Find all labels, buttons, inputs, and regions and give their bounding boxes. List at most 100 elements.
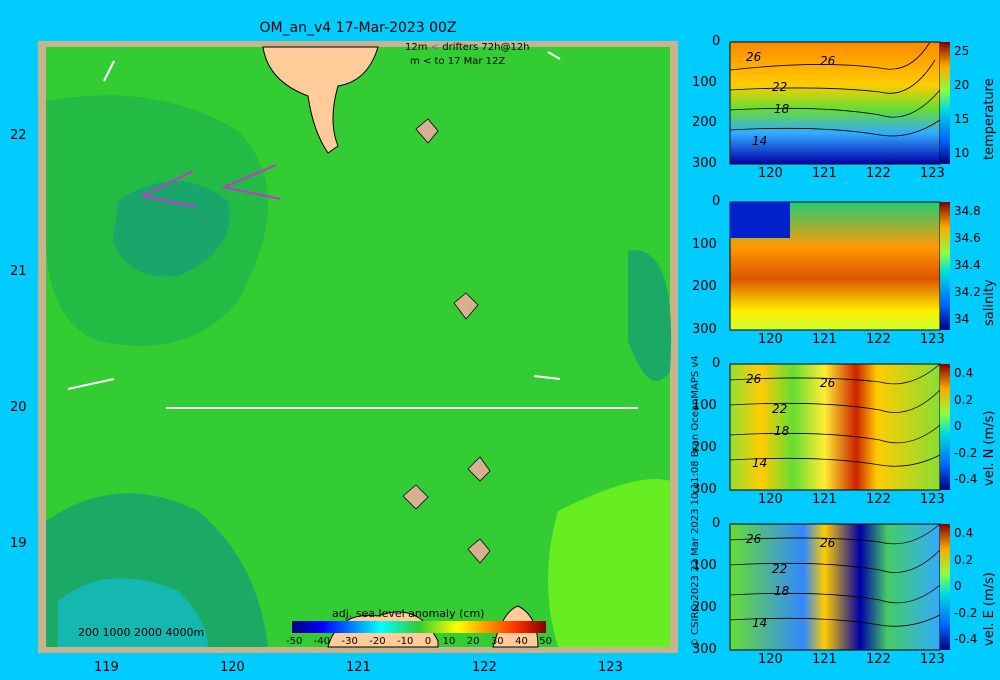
- cbar-tick: -50: [286, 636, 303, 647]
- contour-label: 14: [752, 134, 768, 148]
- panel-cbar-tick: -0.4: [954, 472, 978, 486]
- panel-y-tick: 300: [692, 156, 717, 171]
- contour-label: 26: [820, 376, 836, 390]
- panel-x-tick: 121: [812, 652, 837, 667]
- map-y-tick: 20: [10, 400, 27, 415]
- contour-label: 22: [772, 562, 788, 576]
- panel-cbar-tick: 34: [954, 312, 970, 326]
- panel-y-tick: 300: [692, 642, 717, 657]
- panel-y-tick: 0: [712, 34, 721, 49]
- panel-y-tick: 300: [692, 482, 717, 497]
- cbar-tick: 30: [490, 636, 504, 647]
- panel-x-tick: 120: [758, 332, 783, 347]
- panel-x-tick: 122: [866, 166, 891, 181]
- panel-x-tick: 121: [812, 166, 837, 181]
- panel-cbar-tick: -0.4: [954, 632, 978, 646]
- sea-level-colorbar: [292, 621, 546, 633]
- panel-y-tick: 200: [692, 440, 717, 455]
- panel-x-tick: 122: [866, 332, 891, 347]
- panel-cbar-tick: 34.2: [954, 285, 981, 299]
- contour-label: 18: [774, 584, 790, 598]
- salinity-colorbar: [940, 202, 950, 330]
- panel-y-tick: 0: [712, 356, 721, 371]
- map-y-tick: 21: [10, 264, 27, 279]
- panel-x-tick: 123: [920, 332, 945, 347]
- cbar-tick: -40: [313, 636, 331, 647]
- velN-colorbar: [940, 364, 950, 490]
- contour-label: 26: [820, 54, 836, 68]
- panel-cbar-tick: 0.4: [954, 366, 974, 380]
- map-x-tick: 122: [472, 660, 497, 675]
- panel-x-tick: 120: [758, 652, 783, 667]
- panel-y-tick: 100: [692, 236, 717, 252]
- cbar-tick: 50: [539, 636, 552, 647]
- contour-label: 14: [752, 456, 768, 470]
- panel-y-tick: 100: [692, 74, 717, 90]
- colorbar-title: adj. sea level anomaly (cm): [332, 607, 485, 620]
- panel-y-tick: 100: [692, 398, 717, 413]
- cbar-tick: 0: [424, 636, 432, 647]
- velE-colorbar: [940, 524, 950, 650]
- panel-cbar-tick: -0.2: [954, 445, 978, 460]
- panel-cbar-tick: 0.2: [954, 392, 974, 407]
- drifter-legend-line2: m: [410, 56, 420, 67]
- map-y-tick: 19: [10, 536, 27, 551]
- panel-cbar-tick: -0.2: [954, 605, 978, 620]
- panel-ylabel: vel. N (m/s): [982, 410, 997, 486]
- map-x-tick: 123: [598, 660, 623, 675]
- panel-y-tick: 100: [692, 558, 717, 573]
- cbar-tick: -10: [397, 636, 414, 647]
- map-x-tick: 119: [94, 660, 119, 675]
- map-title: OM_an_v4 17-Mar-2023 00Z: [259, 20, 457, 36]
- panel-x-tick: 123: [920, 492, 945, 507]
- drifter-legend-line2b: to 17 Mar 12Z: [434, 56, 506, 67]
- panel-cbar-tick: 0.4: [954, 526, 974, 540]
- contour-label: 18: [774, 102, 790, 116]
- cbar-tick: 20: [466, 636, 480, 647]
- panel-x-tick: 121: [812, 332, 837, 347]
- drifter-legend-line1b: drifters 72h@12h: [442, 42, 530, 53]
- contour-label: 26: [746, 372, 762, 386]
- panel-y-tick: 0: [712, 516, 721, 531]
- panel-x-tick: 120: [758, 166, 783, 181]
- panel-x-tick: 122: [866, 652, 891, 667]
- contour-label: 26: [746, 532, 762, 546]
- panel-cbar-tick: 34.6: [954, 231, 981, 245]
- drifter-legend-row2: m < to 17 Mar 12Z: [410, 56, 506, 67]
- drifter-legend: 12m < drifters 72h@12h: [405, 42, 530, 53]
- contour-label: 18: [774, 424, 790, 438]
- panel-cbar-tick: 34.4: [954, 258, 981, 272]
- sea-level-map: [38, 41, 678, 653]
- panel-ylabel: salinity: [982, 279, 997, 326]
- panel-cbar-tick: 0: [954, 579, 962, 593]
- cbar-tick: 10: [442, 636, 456, 647]
- depth-legend: 200 1000 2000 4000m: [78, 626, 205, 639]
- map-x-tick: 121: [346, 660, 371, 675]
- panel-y-tick: 200: [692, 600, 717, 615]
- panel-x-tick: 120: [758, 492, 783, 507]
- contour-label: 26: [746, 50, 762, 64]
- panel-cbar-tick: 20: [954, 78, 970, 92]
- cbar-tick: 40: [515, 636, 528, 647]
- panel-y-tick: 300: [692, 322, 717, 337]
- panel-cbar-tick: 25: [954, 44, 970, 58]
- cbar-tick: -30: [341, 636, 358, 647]
- panel-x-tick: 123: [920, 166, 945, 181]
- panel-cbar-tick: 15: [954, 112, 970, 126]
- panel-y-tick: 200: [692, 115, 717, 131]
- contour-label: 14: [752, 616, 768, 630]
- panel-cbar-tick: 0.2: [954, 552, 974, 567]
- contour-label: 22: [772, 402, 788, 416]
- colorbar-ticks: -50 -40 -30 -20 -10 0 10 20 30 40 50: [286, 636, 552, 647]
- panel-y-tick: 0: [712, 194, 721, 209]
- panel-x-tick: 123: [920, 652, 945, 667]
- map-x-tick: 120: [220, 660, 245, 675]
- panel-cbar-tick: 34.8: [954, 204, 981, 218]
- temperature-colorbar: [940, 42, 950, 164]
- panel-x-tick: 121: [812, 492, 837, 507]
- panel-x-tick: 122: [866, 492, 891, 507]
- map-y-tick: 22: [10, 128, 27, 143]
- panel-ylabel: temperature: [982, 78, 997, 160]
- panel-cbar-tick: 0: [954, 419, 962, 433]
- drifter-legend-line1: 12m: [405, 42, 428, 53]
